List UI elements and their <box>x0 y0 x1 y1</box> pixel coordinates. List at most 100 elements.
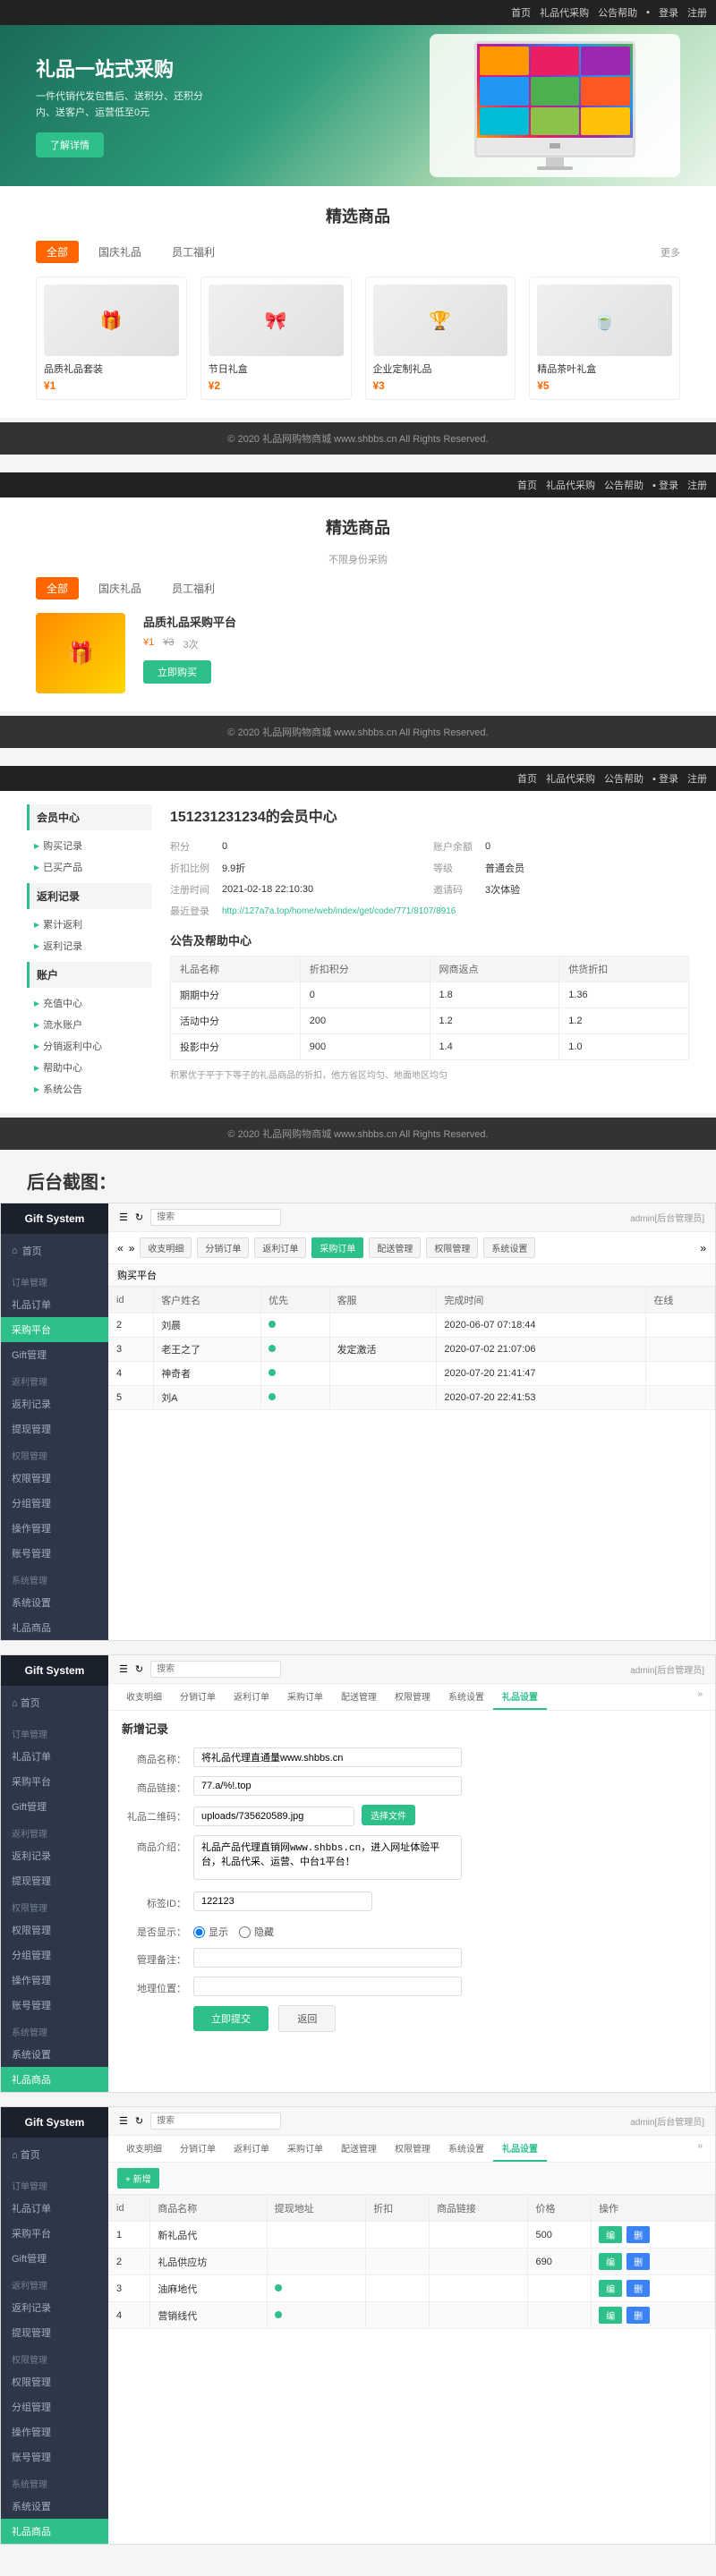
admin-menu2-op[interactable]: 操作管理 <box>1 1968 108 1993</box>
more-btn[interactable]: 更多 <box>661 245 680 259</box>
admin-menu2-rebate[interactable]: 返利记录 <box>1 1843 108 1868</box>
admin-menu3-group[interactable]: 分组管理 <box>1 2394 108 2419</box>
toolbar-btn-dist[interactable]: 分销订单 <box>197 1237 249 1258</box>
nav-login[interactable]: ▪ <box>646 7 650 18</box>
member-nav-home[interactable]: 首页 <box>517 771 537 786</box>
input-tag-id[interactable] <box>193 1892 372 1911</box>
admin-search-1[interactable] <box>150 1209 281 1226</box>
admin-tab-income[interactable]: 收支明细 <box>117 1684 171 1710</box>
submit-btn[interactable]: 立即提交 <box>193 2006 268 2031</box>
admin-menu2-item-home[interactable]: ⌂ 首页 <box>1 1690 108 1715</box>
member-nav-register[interactable]: 注册 <box>687 771 707 786</box>
admin3-tab-gift-setting[interactable]: 礼品设置 <box>493 2136 547 2162</box>
sidebar-item-distribution[interactable]: 分销返利中心 <box>27 1035 152 1057</box>
admin-menu-account[interactable]: 账号管理 <box>1 1541 108 1566</box>
admin-menu3-item-home[interactable]: ⌂ 首页 <box>1 2142 108 2167</box>
admin-menu-gift-product[interactable]: 礼品商品 <box>1 1615 108 1640</box>
toolbar-btn-perm[interactable]: 权限管理 <box>426 1237 478 1258</box>
admin3-tab-income[interactable]: 收支明细 <box>117 2136 171 2162</box>
admin-menu3-gift-mgmt[interactable]: Gift管理 <box>1 2246 108 2271</box>
admin-menu3-purchase[interactable]: 采购平台 <box>1 2221 108 2246</box>
sidebar-item-rebate-record[interactable]: 返利记录 <box>27 935 152 956</box>
expand-icon[interactable]: » <box>700 1242 706 1254</box>
input-description[interactable]: 礼品产品代理直销网www.shbbs.cn，进入网址体验平台，礼品代采、运营、中… <box>193 1835 462 1880</box>
admin-menu-group[interactable]: 分组管理 <box>1 1491 108 1516</box>
admin3-tab-dist[interactable]: 分销订单 <box>171 2136 225 2162</box>
admin-tab-dist[interactable]: 分销订单 <box>171 1684 225 1710</box>
admin-menu-gift-order[interactable]: 礼品订单 <box>1 1292 108 1317</box>
delete-btn[interactable]: 删 <box>626 2226 650 2243</box>
next-icon[interactable]: » <box>129 1242 135 1254</box>
nav2-gift[interactable]: 礼品代采购 <box>546 478 595 492</box>
edit-btn[interactable]: 编 <box>599 2280 622 2297</box>
admin-menu3-gift-order[interactable]: 礼品订单 <box>1 2196 108 2221</box>
admin-tab-purchase[interactable]: 采购订单 <box>278 1684 332 1710</box>
admin-menu-purchase[interactable]: 采购平台 <box>1 1317 108 1342</box>
admin-menu3-gift-product[interactable]: 礼品商品 <box>1 2519 108 2544</box>
refresh-icon-3[interactable]: ↻ <box>135 2115 143 2127</box>
tab2-staff[interactable]: 员工福利 <box>161 577 226 599</box>
refresh-icon-2[interactable]: ↻ <box>135 1663 143 1675</box>
add-btn-3[interactable]: + 新增 <box>117 2168 159 2189</box>
admin-tab-perm[interactable]: 权限管理 <box>386 1684 439 1710</box>
tab2-national[interactable]: 国庆礼品 <box>88 577 152 599</box>
nav2-notice[interactable]: 公告帮助 <box>604 478 644 492</box>
sidebar-item-announcement[interactable]: 系统公告 <box>27 1078 152 1100</box>
refresh-icon[interactable]: ↻ <box>135 1211 143 1223</box>
edit-btn[interactable]: 编 <box>599 2307 622 2324</box>
delete-btn[interactable]: 删 <box>626 2253 650 2270</box>
admin-menu-gift-mgmt[interactable]: Gift管理 <box>1 1342 108 1367</box>
product-card-1[interactable]: 🎁 品质礼品套装 ¥1 <box>36 276 187 400</box>
admin-menu2-purchase[interactable]: 采购平台 <box>1 1769 108 1794</box>
delete-btn[interactable]: 删 <box>626 2280 650 2297</box>
admin3-tab-sys[interactable]: 系统设置 <box>439 2136 493 2162</box>
toolbar-btn-income[interactable]: 收支明细 <box>140 1237 192 1258</box>
admin-search-3[interactable] <box>150 2113 281 2130</box>
admin-menu3-sys[interactable]: 系统设置 <box>1 2494 108 2519</box>
admin3-tab-rebate[interactable]: 返利订单 <box>225 2136 278 2162</box>
admin-menu-op[interactable]: 操作管理 <box>1 1516 108 1541</box>
edit-btn[interactable]: 编 <box>599 2253 622 2270</box>
admin3-tab-perm[interactable]: 权限管理 <box>386 2136 439 2162</box>
admin-menu2-account[interactable]: 账号管理 <box>1 1993 108 2018</box>
hero-btn[interactable]: 了解详情 <box>36 132 104 157</box>
sidebar-item-help[interactable]: 帮助中心 <box>27 1057 152 1078</box>
admin-tab-rebate[interactable]: 返利订单 <box>225 1684 278 1710</box>
admin-menu3-withdraw[interactable]: 提现管理 <box>1 2320 108 2345</box>
admin-menu3-account[interactable]: 账号管理 <box>1 2444 108 2470</box>
input-product-name[interactable] <box>193 1747 462 1767</box>
toolbar-btn-sys[interactable]: 系统设置 <box>483 1237 535 1258</box>
tab2-all[interactable]: 全部 <box>36 577 79 599</box>
admin-menu2-group[interactable]: 分组管理 <box>1 1943 108 1968</box>
admin-tab-gift-setting[interactable]: 礼品设置 <box>493 1684 547 1710</box>
sidebar-item-flow[interactable]: 流水账户 <box>27 1014 152 1035</box>
member-nav-gift[interactable]: 礼品代采购 <box>546 771 595 786</box>
prev-icon[interactable]: « <box>117 1242 124 1254</box>
admin-menu-sys-setting[interactable]: 系统设置 <box>1 1590 108 1615</box>
admin-menu-perm[interactable]: 权限管理 <box>1 1466 108 1491</box>
admin-menu2-perm[interactable]: 权限管理 <box>1 1917 108 1943</box>
sidebar-item-cumulative[interactable]: 累计返利 <box>27 914 152 935</box>
member-nav-login[interactable]: ▪ 登录 <box>652 771 678 786</box>
admin-tab-sys[interactable]: 系统设置 <box>439 1684 493 1710</box>
radio-show[interactable]: 显示 <box>193 1925 228 1939</box>
member-nav-notice[interactable]: 公告帮助 <box>604 771 644 786</box>
sidebar-item-purchase[interactable]: 购买记录 <box>27 835 152 856</box>
admin-menu3-rebate[interactable]: 返利记录 <box>1 2295 108 2320</box>
admin3-tab-purchase[interactable]: 采购订单 <box>278 2136 332 2162</box>
buy-btn[interactable]: 立即购买 <box>143 660 211 684</box>
input-qr-code[interactable] <box>193 1807 354 1826</box>
nav-home[interactable]: 首页 <box>511 5 531 20</box>
tab-national[interactable]: 国庆礼品 <box>88 241 152 263</box>
tab-all[interactable]: 全部 <box>36 241 79 263</box>
admin3-tab-delivery[interactable]: 配送管理 <box>332 2136 386 2162</box>
nav-reg2[interactable]: 注册 <box>687 5 707 20</box>
toolbar-btn-delivery[interactable]: 配送管理 <box>369 1237 421 1258</box>
admin-menu-rebate-record[interactable]: 返利记录 <box>1 1391 108 1416</box>
delete-btn[interactable]: 删 <box>626 2307 650 2324</box>
nav2-register[interactable]: 注册 <box>687 478 707 492</box>
input-location[interactable] <box>193 1977 462 1996</box>
product-card-3[interactable]: 🏆 企业定制礼品 ¥3 <box>365 276 516 400</box>
admin-menu2-withdraw[interactable]: 提现管理 <box>1 1868 108 1893</box>
admin-menu3-op[interactable]: 操作管理 <box>1 2419 108 2444</box>
